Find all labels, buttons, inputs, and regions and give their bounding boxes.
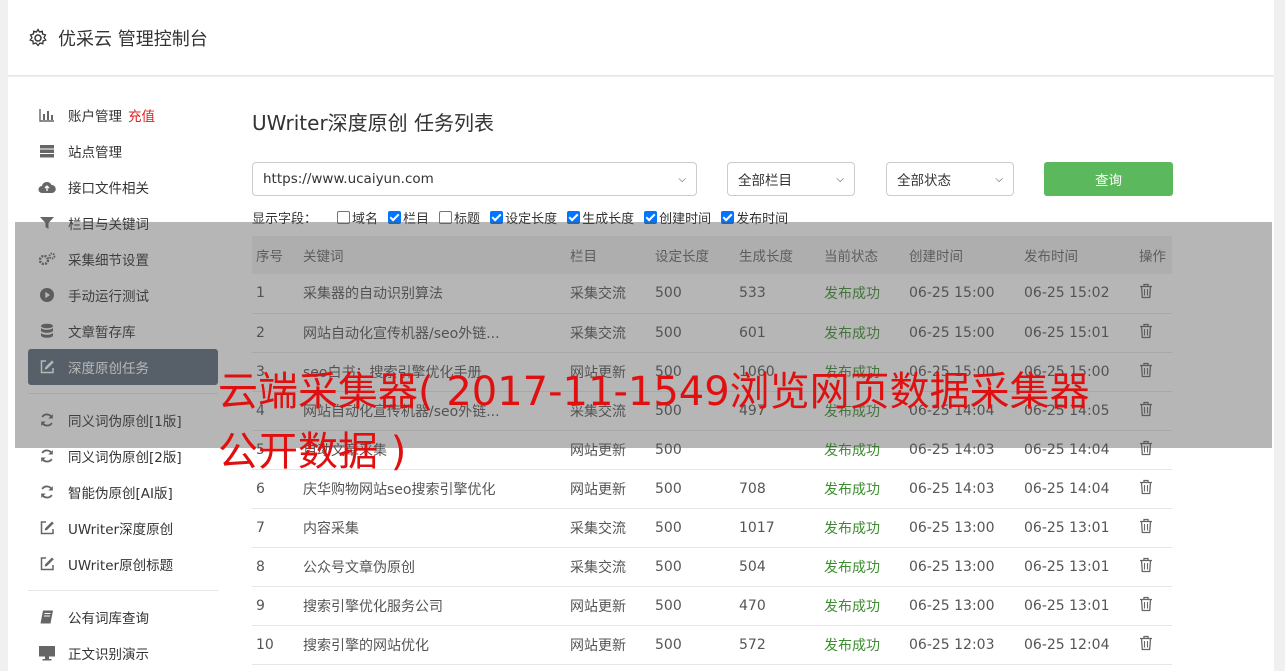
site-select[interactable]: https://www.ucaiyun.com ⌵ [252,162,697,196]
sidebar-item-2[interactable]: 站点管理 [28,133,218,169]
sidebar-item-11[interactable]: 智能伪原创[AI版] [28,474,218,510]
refresh-icon [38,483,56,501]
row-gen-length: 1017 [735,508,820,548]
book-icon [38,608,56,626]
sidebar-item-label: 同义词伪原创[2版] [68,450,182,466]
chevron-down-icon: ⌵ [678,173,686,185]
row-keyword: 公众号文章伪原创 [299,547,566,587]
sidebar-item-label: 账户管理 [68,109,122,125]
trash-icon[interactable] [1139,557,1153,577]
row-status: 发布成功 [820,508,905,548]
brand: 优采云 管理控制台 [28,25,208,51]
status-select[interactable]: 全部状态 ⌵ [886,162,1014,196]
sidebar-item-label: 站点管理 [68,145,122,161]
row-created: 06-25 13:00 [905,586,1020,626]
row-actions [1135,508,1172,548]
filter-bar: https://www.ucaiyun.com ⌵ 全部栏目 ⌵ 全部状态 ⌵ … [252,162,1182,196]
row-gen-length: 572 [735,625,820,665]
scrollbar[interactable] [1274,0,1285,671]
column-select-value: 全部栏目 [738,173,792,189]
table-row: 10 搜索引擎的网站优化 网站更新 500 572 发布成功 06-25 12:03 06-2… [252,625,1172,665]
row-set-length: 500 [651,508,735,548]
row-status: 发布成功 [820,625,905,665]
sidebar-item-label: 智能伪原创[AI版] [68,486,173,502]
sidebar-item-15[interactable]: 正文识别演示 [28,635,218,671]
sidebar-item-14[interactable]: 公有词库查询 [28,599,218,635]
row-status: 发布成功 [820,586,905,626]
page-title: UWriter深度原创 任务列表 [252,111,495,135]
trash-icon[interactable] [1139,479,1153,499]
sidebar-item-1[interactable]: 账户管理 充值 [28,97,218,133]
row-actions [1135,547,1172,587]
trash-icon[interactable] [1139,596,1153,616]
row-column: 网站更新 [566,586,651,626]
row-created: 06-25 13:00 [905,508,1020,548]
row-column: 采集交流 [566,547,651,587]
row-actions [1135,625,1172,665]
query-button[interactable]: 查询 [1044,162,1173,196]
site-select-value: https://www.ucaiyun.com [263,171,434,187]
row-column: 采集交流 [566,508,651,548]
bar-chart-icon [38,106,56,124]
sidebar-item-label: 接口文件相关 [68,181,149,197]
sidebar-item-label: UWriter原创标题 [68,558,174,574]
app-title: 优采云 管理控制台 [58,29,208,50]
table-row: 9 搜索引擎优化服务公司 网站更新 500 470 发布成功 06-25 13:00 06-2… [252,586,1172,626]
refresh-icon [38,447,56,465]
row-actions [1135,586,1172,626]
table-row: 8 公众号文章伪原创 采集交流 500 504 发布成功 06-25 13:00 06-25 … [252,547,1172,587]
trash-icon[interactable] [1139,635,1153,655]
status-select-value: 全部状态 [897,173,951,189]
chevron-down-icon: ⌵ [995,173,1003,185]
gear-icon [29,28,47,47]
row-index: 9 [252,586,299,626]
sidebar-item-label: UWriter深度原创 [68,522,174,538]
table-row: 7 内容采集 采集交流 500 1017 发布成功 06-25 13:00 06-25 13:… [252,508,1172,548]
row-actions [1135,469,1172,509]
row-keyword: 搜索引擎的网站优化 [299,625,566,665]
column-select[interactable]: 全部栏目 ⌵ [727,162,855,196]
edit-icon [38,555,56,573]
chevron-down-icon: ⌵ [836,173,844,185]
monitor-icon [38,644,56,662]
row-index: 7 [252,508,299,548]
row-set-length: 500 [651,586,735,626]
sidebar-divider [28,590,218,591]
sidebar-item-label: 公有词库查询 [68,611,149,627]
cloud-upload-icon [38,178,56,196]
row-gen-length: 470 [735,586,820,626]
row-gen-length: 504 [735,547,820,587]
row-column: 网站更新 [566,625,651,665]
server-icon [38,142,56,160]
row-keyword: 内容采集 [299,508,566,548]
sidebar-item-3[interactable]: 接口文件相关 [28,169,218,205]
row-created: 06-25 13:00 [905,547,1020,587]
row-created: 06-25 12:03 [905,625,1020,665]
row-published: 06-25 13:01 [1020,547,1135,587]
recharge-link[interactable]: 充值 [128,105,155,125]
sidebar-item-label: 正文识别演示 [68,647,149,663]
row-set-length: 500 [651,547,735,587]
top-header: 优采云 管理控制台 [8,0,1274,76]
row-keyword: 搜索引擎优化服务公司 [299,586,566,626]
row-index: 10 [252,625,299,665]
sidebar-item-13[interactable]: UWriter原创标题 [28,546,218,582]
row-set-length: 500 [651,625,735,665]
sidebar-item-12[interactable]: UWriter深度原创 [28,510,218,546]
row-status: 发布成功 [820,547,905,587]
edit-icon [38,519,56,537]
watermark-text: 云端采集器( 2017-11-1549浏览网页数据采集器公开数据 ) [218,369,1090,475]
row-published: 06-25 13:01 [1020,508,1135,548]
row-index: 8 [252,547,299,587]
trash-icon[interactable] [1139,518,1153,538]
row-published: 06-25 13:01 [1020,586,1135,626]
row-published: 06-25 12:04 [1020,625,1135,665]
